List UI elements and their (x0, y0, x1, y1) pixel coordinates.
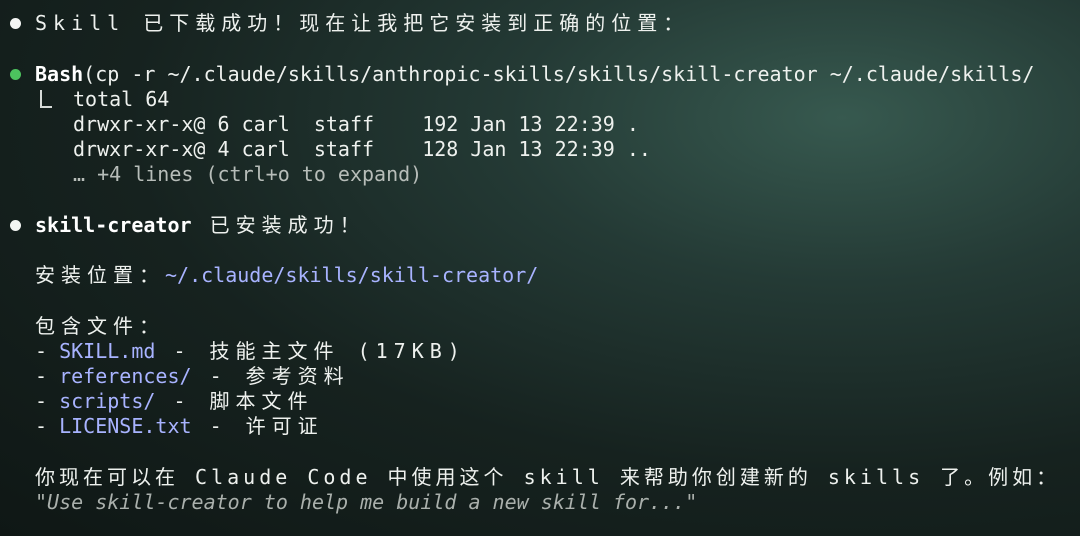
list-dash: - (35, 364, 60, 388)
file-desc: - 技能主文件 (17KB) (155, 339, 466, 363)
tool-call-line[interactable]: Bash(cp -r ~/.claude/skills/anthropic-sk… (0, 62, 1034, 87)
assistant-message-line: Skill 已下载成功！现在让我把它安装到正确的位置： (0, 11, 683, 36)
file-name: references/ (59, 364, 192, 388)
success-text: 已安装成功！ (191, 213, 366, 237)
usage-text: 你现在可以在 Claude Code 中使用这个 skill 来帮助你创建新的 … (35, 465, 1061, 489)
file-desc: - 许可证 (191, 414, 324, 438)
output-text: drwxr-xr-x@ 4 carl staff 128 Jan 13 22:3… (73, 137, 651, 161)
list-dash: - (35, 414, 60, 438)
tool-name: Bash (35, 62, 84, 86)
tool-output-line: total 64 (0, 87, 169, 112)
message-bullet-icon (10, 18, 21, 29)
file-name: SKILL.md (59, 339, 156, 363)
tool-command: (cp -r ~/.claude/skills/anthropic-skills… (83, 62, 1035, 86)
list-dash: - (35, 389, 60, 413)
files-heading: 包含文件： (35, 314, 165, 338)
list-item: - references/ - 参考资料 (0, 364, 344, 389)
tool-success-bullet-icon (10, 69, 21, 80)
skill-name: skill-creator (35, 213, 192, 237)
install-location-line: 安装位置：~/.claude/skills/skill-creator/ (0, 263, 538, 288)
terminal-output: Skill 已下载成功！现在让我把它安装到正确的位置： Bash(cp -r ~… (0, 0, 1080, 536)
expand-hint[interactable]: … +4 lines (ctrl+o to expand) (73, 162, 422, 187)
file-desc: - 脚本文件 (155, 389, 314, 413)
message-text: Skill 已下载成功！现在让我把它安装到正确的位置： (35, 11, 690, 35)
expand-hint-line[interactable]: … +4 lines (ctrl+o to expand) (0, 162, 422, 187)
tool-output-line: drwxr-xr-x@ 6 carl staff 192 Jan 13 22:3… (0, 112, 639, 137)
assistant-message-line: skill-creator 已安装成功！ (0, 213, 360, 238)
files-heading-line: 包含文件： (0, 314, 159, 339)
tool-output-line: drwxr-xr-x@ 4 carl staff 128 Jan 13 22:3… (0, 137, 651, 162)
install-location-label: 安装位置： (35, 263, 165, 287)
list-item: - SKILL.md - 技能主文件 (17KB) (0, 339, 460, 364)
usage-example-line: "Use skill-creator to help me build a ne… (0, 490, 697, 515)
output-text: drwxr-xr-x@ 6 carl staff 192 Jan 13 22:3… (73, 112, 639, 136)
output-text: total 64 (73, 87, 170, 111)
message-bullet-icon (10, 220, 21, 231)
list-item: - LICENSE.txt - 许可证 (0, 414, 318, 439)
usage-example: "Use skill-creator to help me build a ne… (35, 490, 698, 514)
list-dash: - (35, 339, 60, 363)
file-desc: - 参考资料 (191, 364, 350, 388)
file-name: scripts/ (59, 389, 156, 413)
file-name: LICENSE.txt (59, 414, 192, 438)
output-branch-icon (40, 90, 52, 108)
list-item: - scripts/ - 脚本文件 (0, 389, 308, 414)
usage-line: 你现在可以在 Claude Code 中使用这个 skill 来帮助你创建新的 … (0, 465, 1056, 490)
install-location-path: ~/.claude/skills/skill-creator/ (165, 263, 539, 287)
